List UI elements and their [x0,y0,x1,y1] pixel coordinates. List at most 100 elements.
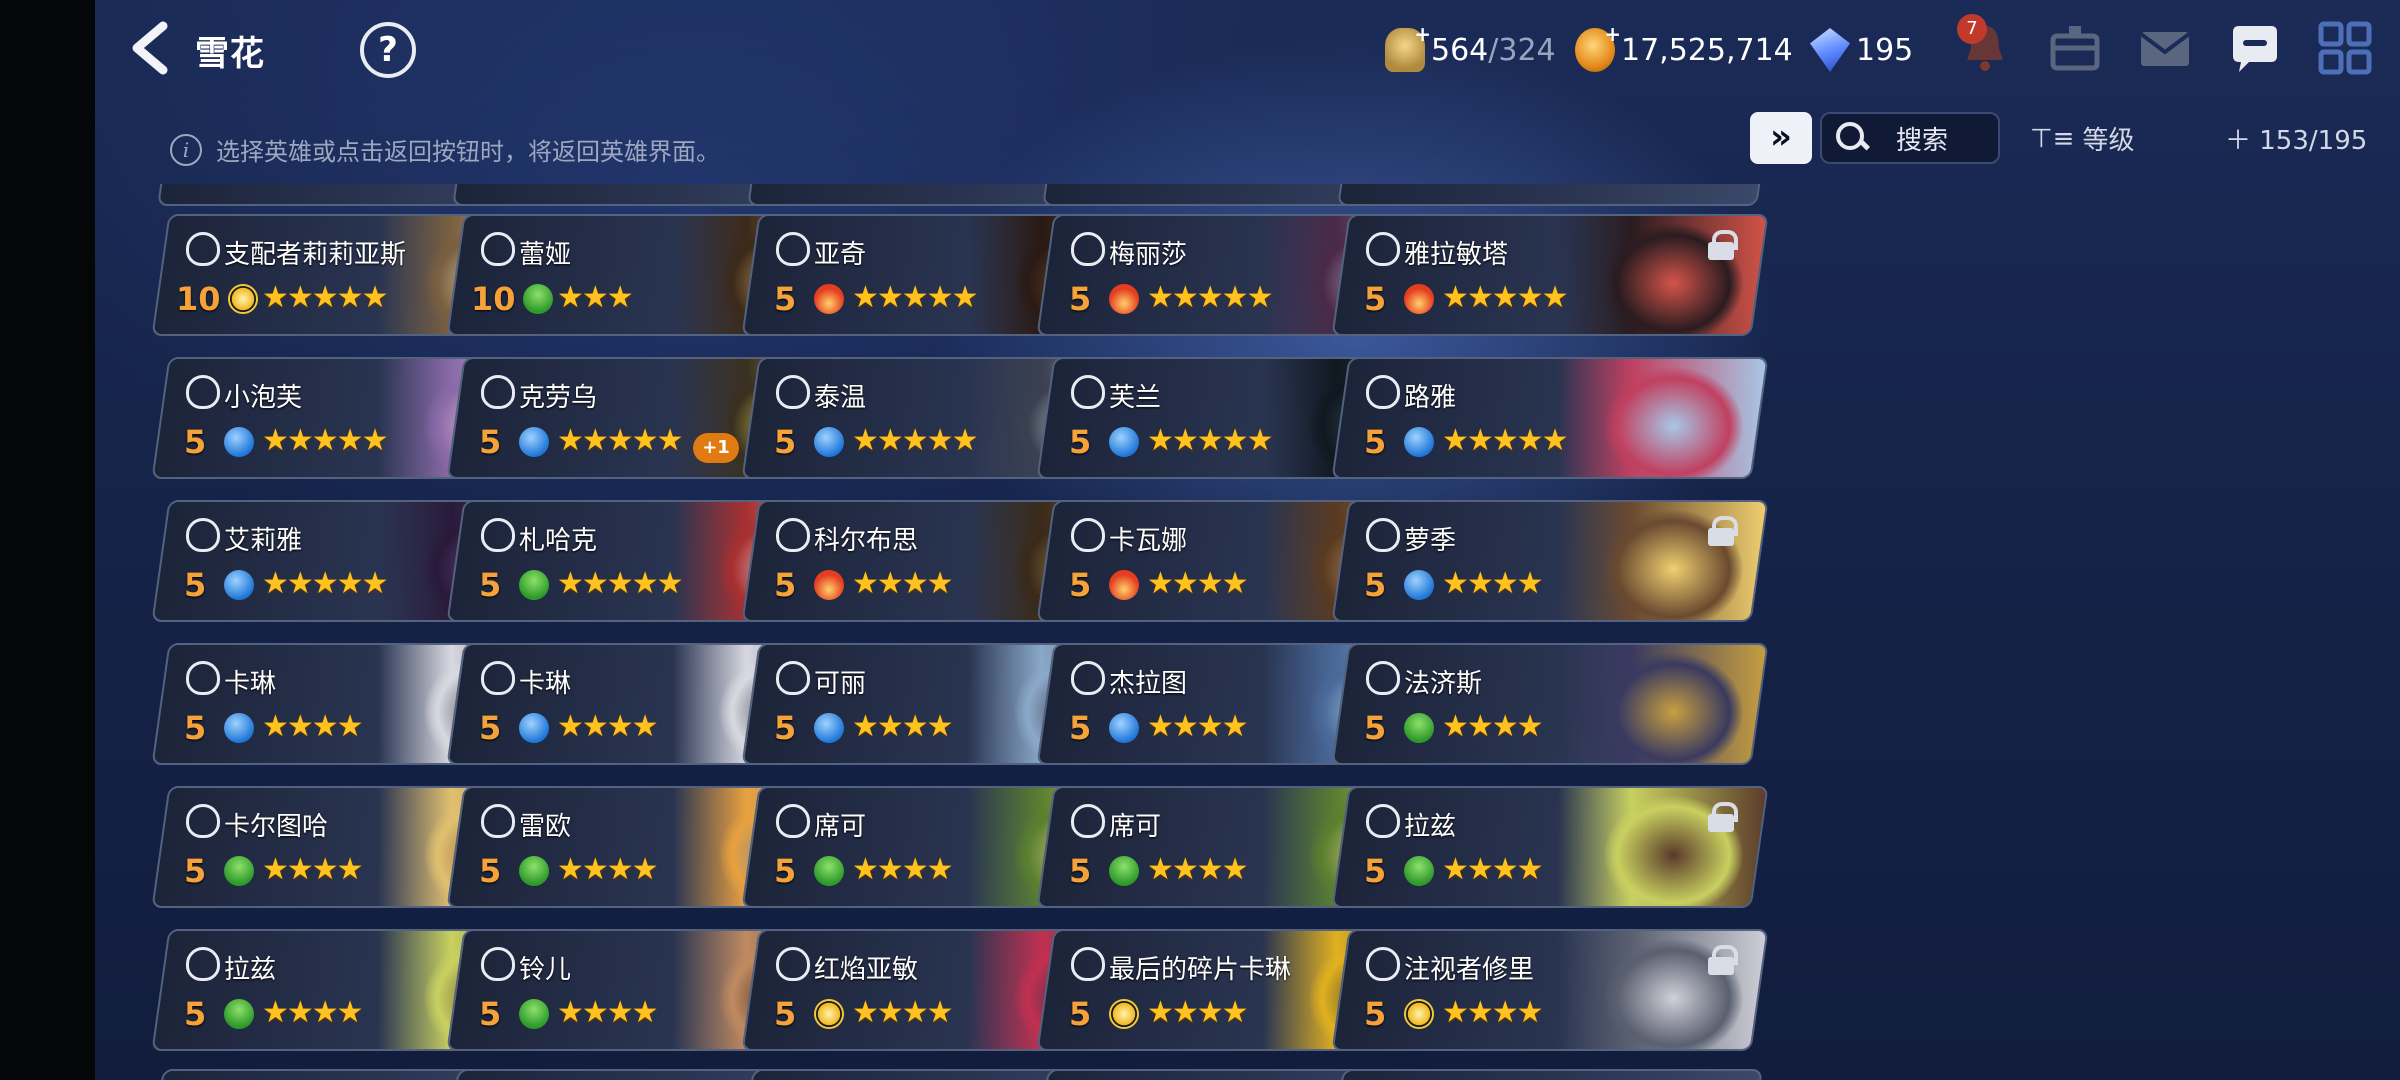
hero-star-rating: ★★★★ [262,852,362,887]
hero-card-content: 路雅 5 ★★★★★ [1342,359,1768,479]
hero-card[interactable]: 萝季 5 ★★★★ [1331,500,1769,622]
inventory-button[interactable] [2045,18,2105,78]
page-title: 雪花 [195,34,265,74]
light-element-icon [1109,999,1139,1029]
hero-card[interactable]: 雅拉敏塔 5 ★★★★★ [1331,214,1769,336]
hero-bonus-badge: +1 [693,433,739,463]
hero-level: 5 [774,280,797,318]
hero-card[interactable]: 法济斯 5 ★★★★ [1331,643,1769,765]
hero-level: 5 [479,995,502,1033]
hero-name: 克劳乌 [519,383,598,413]
lock-icon [1708,230,1734,260]
fast-forward-button[interactable]: » [1750,112,1812,164]
hero-star-rating: ★★★★★ [262,423,387,458]
hero-name: 雅拉敏塔 [1404,240,1509,270]
hero-level: 5 [479,423,502,461]
gem-amount: 195 [1856,32,1914,68]
hero-name: 铃儿 [519,955,572,985]
water-element-icon [814,713,844,743]
hero-class-icon [481,518,515,552]
hero-level: 5 [1069,995,1092,1033]
chest-icon [2050,26,2100,71]
wood-element-icon [224,999,254,1029]
hero-level: 5 [184,566,207,604]
light-element-icon [814,999,844,1029]
stamina-counter[interactable]: + 564 /324 [1385,22,1556,72]
hero-level: 5 [479,709,502,747]
hero-class-icon [1071,804,1105,838]
hero-class-icon [481,947,515,981]
hero-name: 拉兹 [1404,812,1457,842]
hero-star-rating: ★★★★★ [557,423,682,458]
hero-slots-count: 153/195 [2259,126,2368,156]
hero-star-rating: ★★★★ [1147,852,1247,887]
hero-class-icon [186,947,220,981]
hero-level: 5 [1364,995,1387,1033]
hero-class-icon [776,375,810,409]
stamina-max: /324 [1488,32,1556,68]
hero-card[interactable]: 路雅 5 ★★★★★ [1331,357,1769,479]
light-element-icon [1404,999,1434,1029]
hero-level: 5 [774,423,797,461]
hero-class-icon [1071,518,1105,552]
hero-name: 卡尔图哈 [224,812,329,842]
mail-icon [2139,32,2191,66]
gold-counter[interactable]: + 17,525,714 [1575,22,1793,72]
info-icon: i [170,133,202,166]
hero-card-partial[interactable] [1337,1069,1763,1080]
search-button[interactable]: 搜索 [1820,112,2000,164]
hero-level: 10 [471,280,516,318]
hero-card-partial[interactable] [1337,184,1763,206]
hero-name: 路雅 [1404,383,1457,413]
hero-star-rating: ★★★★ [1147,709,1247,744]
hero-portrait [1558,645,1768,765]
hero-name: 亚奇 [814,240,867,270]
hero-star-rating: ★★★★★ [262,280,387,315]
hero-level: 5 [184,709,207,747]
hero-level: 5 [774,995,797,1033]
sort-button[interactable]: ⊤≡ 等级 [2030,120,2134,157]
hero-card[interactable]: 注视者修里 5 ★★★★ [1331,929,1769,1051]
hero-name: 梅丽莎 [1109,240,1188,270]
hero-level: 10 [176,280,221,318]
wood-element-icon [814,856,844,886]
hero-name: 席可 [1109,812,1162,842]
hero-class-icon [1071,232,1105,266]
water-element-icon [224,427,254,457]
hero-card[interactable]: 拉兹 5 ★★★★ [1331,786,1769,908]
water-element-icon [224,570,254,600]
fire-element-icon [1109,570,1139,600]
hero-name: 支配者莉莉亚斯 [224,240,407,270]
hero-slots-button[interactable]: ＋ 153/195 [2225,120,2367,157]
menu-button[interactable] [2315,18,2375,78]
gem-icon [1810,28,1850,72]
hero-level: 5 [184,423,207,461]
hero-star-rating: ★★★★ [852,566,952,601]
gold-amount: 17,525,714 [1621,32,1793,68]
hero-class-icon [481,375,515,409]
water-element-icon [1404,427,1434,457]
hero-level: 5 [1069,566,1092,604]
hero-portrait [1558,359,1768,479]
back-button[interactable] [125,20,175,76]
stamina-current: 564 [1431,32,1489,68]
mail-button[interactable] [2135,18,2195,78]
sort-label: 等级 [2082,126,2135,156]
hero-name: 注视者修里 [1404,955,1535,985]
chat-button[interactable] [2225,18,2285,78]
hint-text: i 选择英雄或点击返回按钮时，将返回英雄界面。 [170,132,720,167]
help-button[interactable]: ? [360,22,416,78]
hero-class-icon [186,804,220,838]
hero-card-content: 法济斯 5 ★★★★ [1342,645,1768,765]
hero-level: 5 [1069,709,1092,747]
sort-filter-icon: ⊤≡ [2030,123,2075,154]
notification-badge: 7 [1957,14,1987,44]
hero-star-rating: ★★★★ [262,709,362,744]
notification-button[interactable]: 7 [1955,14,2015,78]
hero-name: 可丽 [814,669,867,699]
gem-counter[interactable]: 195 [1810,28,1913,72]
hero-class-icon [186,518,220,552]
hero-star-rating: ★★★★ [852,995,952,1030]
hero-card-content: 萝季 5 ★★★★ [1342,502,1768,622]
hero-class-icon [1071,375,1105,409]
